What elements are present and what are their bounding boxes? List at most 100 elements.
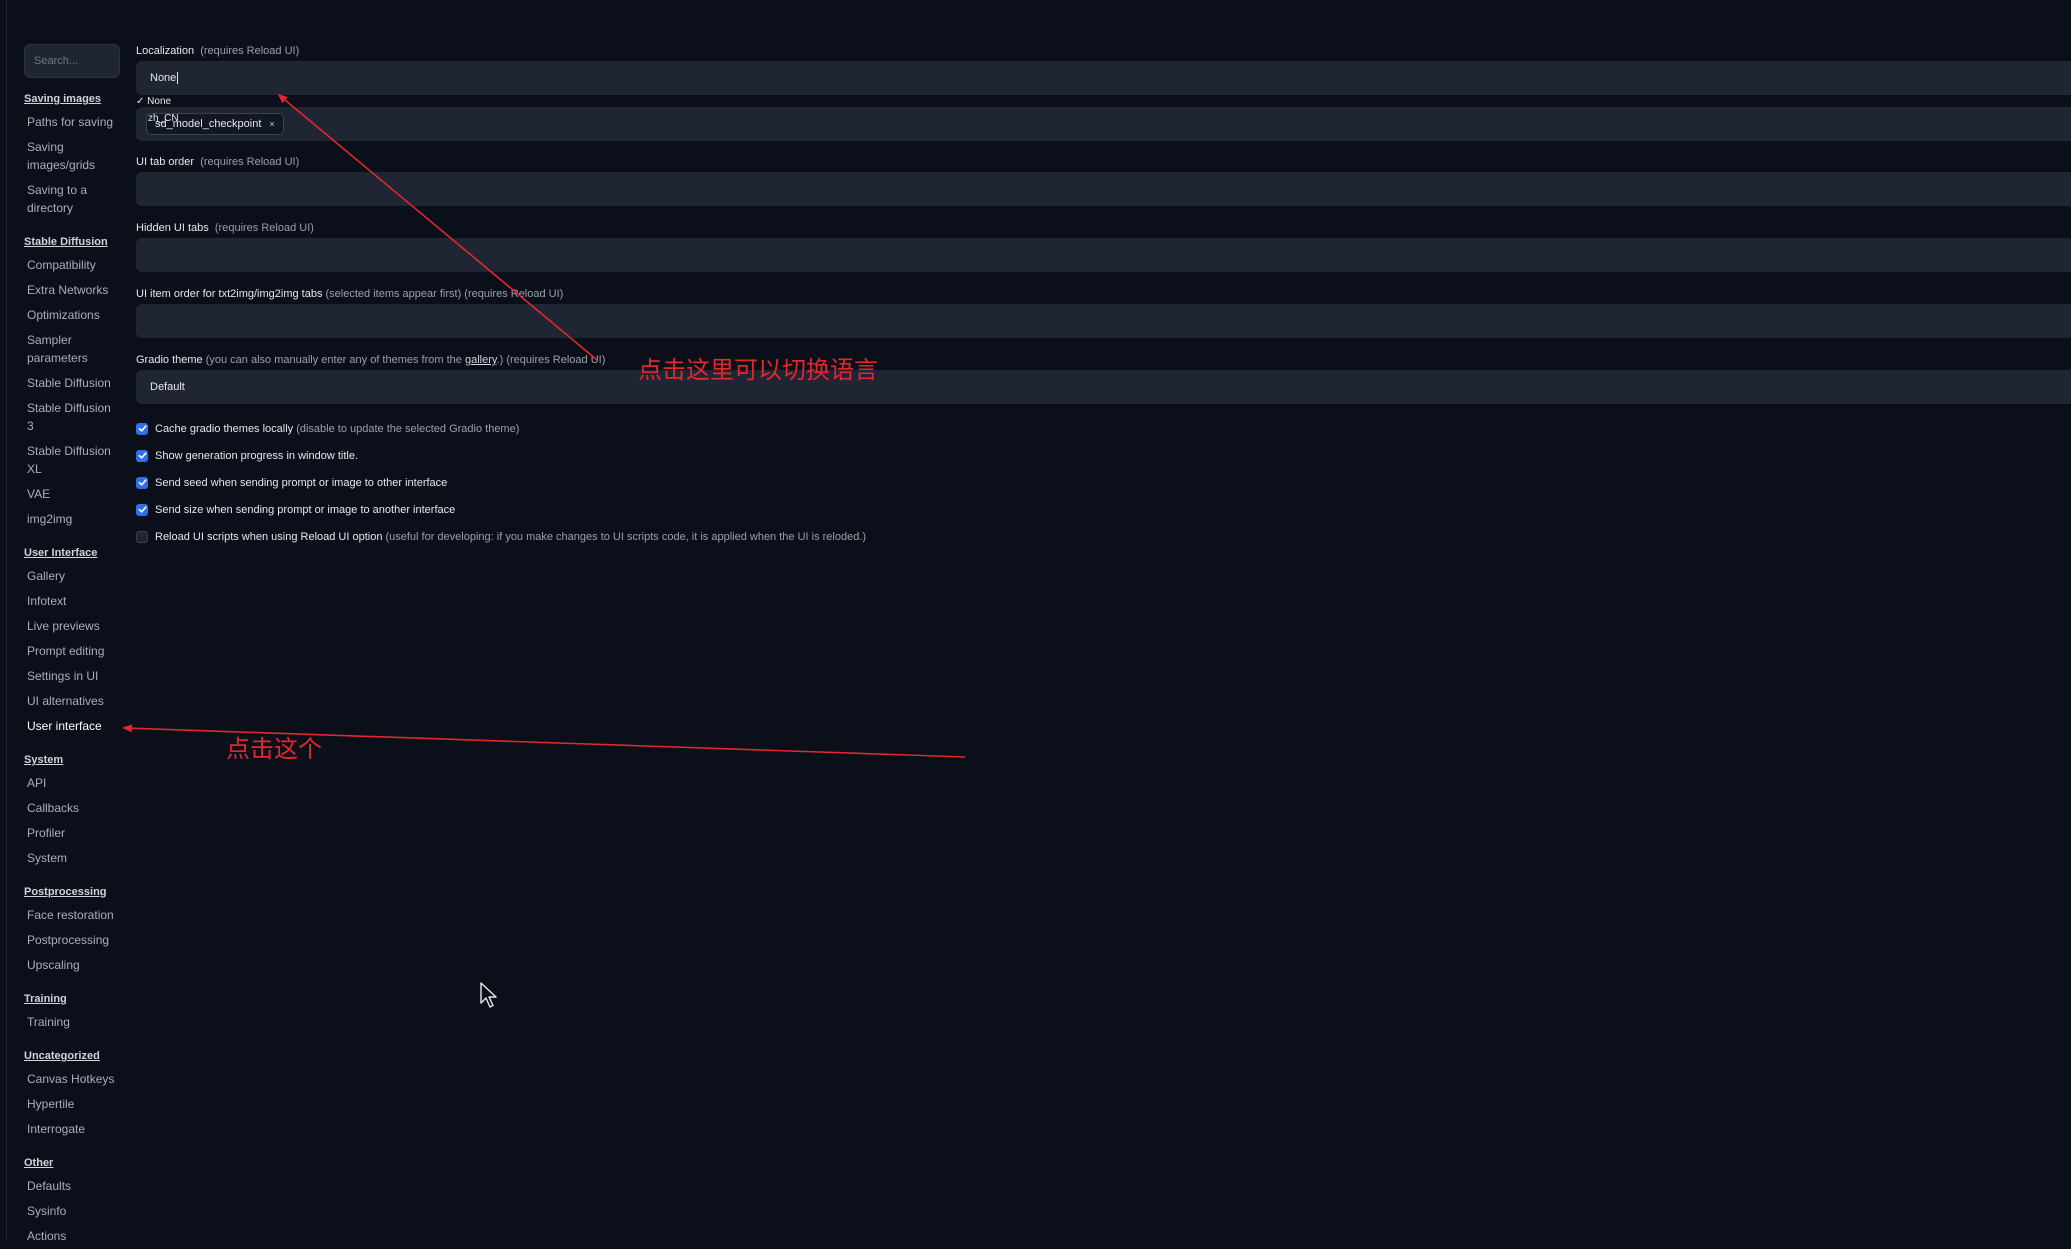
sidebar-item[interactable]: Sampler parameters <box>24 328 120 371</box>
language-switch-annotation: 点击这里可以切换语言 <box>638 357 878 384</box>
setting-checkbox-row[interactable]: Send size when sending prompt or image t… <box>136 496 2071 523</box>
checkbox-checked-icon[interactable] <box>136 449 148 462</box>
setting-checkbox-row[interactable]: Send seed when sending prompt or image t… <box>136 469 2071 496</box>
settings-sidebar: Saving images Paths for savingSaving imag… <box>24 44 120 1249</box>
sidebar-section: Other Defaults Sysinfo Actions <box>24 1156 120 1249</box>
sidebar-section-title[interactable]: Stable Diffusion <box>24 235 120 249</box>
checkbox-label: Send seed when sending prompt or image t… <box>155 476 448 489</box>
gradio-theme-label: Gradio theme (you can also manually ente… <box>136 354 606 366</box>
checkbox-checked-icon[interactable] <box>136 503 148 516</box>
sidebar-section: User Interface Gallery Infotext Live previe… <box>24 546 120 739</box>
sidebar-item[interactable]: API <box>24 771 120 796</box>
sidebar-section-title[interactable]: Other <box>24 1156 120 1170</box>
sidebar-section: Stable Diffusion Compatibility Extra Netwo… <box>24 235 120 532</box>
sidebar-item[interactable]: Sysinfo <box>24 1199 120 1224</box>
sidebar-item[interactable]: User interface <box>24 714 120 739</box>
hidden-ui-tabs-setting: Hidden UI tabs (requires Reload UI) <box>136 221 2071 272</box>
localization-label: Localization (requires Reload UI) <box>136 45 300 57</box>
localization-value: None <box>150 72 177 84</box>
checkbox-unchecked-icon[interactable] <box>136 530 148 543</box>
sidebar-item[interactable]: Settings in UI <box>24 664 120 689</box>
sidebar-item[interactable]: Compatibility <box>24 253 120 278</box>
ui-item-order-input[interactable] <box>136 304 2071 338</box>
hidden-ui-tabs-input[interactable] <box>136 238 2071 272</box>
sidebar-item[interactable]: Interrogate <box>24 1117 120 1142</box>
checkbox-checked-icon[interactable] <box>136 476 148 489</box>
setting-checkbox-row[interactable]: Show generation progress in window title… <box>136 442 2071 469</box>
window-edge <box>6 0 7 1240</box>
sidebar-item[interactable]: Postprocessing <box>24 928 120 953</box>
sidebar-item[interactable]: Stable Diffusion XL <box>24 439 120 482</box>
localization-dropdown[interactable]: None <box>136 61 2071 95</box>
localization-options: ✓ None zh_CN <box>136 93 179 127</box>
quicksettings-multiselect[interactable]: sd_model_checkpoint × <box>136 107 2071 141</box>
setting-checkbox-row[interactable]: Cache gradio themes locally (disable to u… <box>136 415 2071 442</box>
selected-check-icon: ✓ <box>136 96 145 107</box>
mouse-cursor-icon <box>480 982 497 1008</box>
sidebar-item[interactable]: Gallery <box>24 564 120 589</box>
localization-option-none[interactable]: ✓ None <box>136 93 179 110</box>
gradio-theme-value: Default <box>150 381 185 393</box>
chip-remove-icon[interactable]: × <box>269 119 274 129</box>
sidebar-section-title[interactable]: User Interface <box>24 546 120 560</box>
sidebar-item[interactable]: Callbacks <box>24 796 120 821</box>
sidebar-item[interactable]: img2img <box>24 507 120 532</box>
localization-setting: Localization (requires Reload UI) None <box>136 44 2071 95</box>
checkbox-note: (disable to update the selected Gradio t… <box>296 422 520 435</box>
sidebar-item[interactable]: Paths for saving <box>24 110 120 135</box>
sidebar-section-title[interactable]: Uncategorized <box>24 1049 120 1063</box>
localization-option-zh-cn[interactable]: zh_CN <box>136 110 179 127</box>
sidebar-section: Postprocessing Face restoration Postproces… <box>24 885 120 978</box>
sidebar-sections: Saving images Paths for saving Saving imag… <box>24 92 120 1249</box>
ui-tab-order-input[interactable] <box>136 172 2071 206</box>
sidebar-section-title[interactable]: System <box>24 753 120 767</box>
sidebar-item[interactable]: Live previews <box>24 614 120 639</box>
sidebar-section-title[interactable]: Saving images <box>24 92 120 106</box>
sidebar-item[interactable]: UI alternatives <box>24 689 120 714</box>
ui-item-order-setting: UI item order for txt2img/img2img tabs (… <box>136 287 2071 338</box>
hidden-ui-tabs-label: Hidden UI tabs (requires Reload UI) <box>136 222 314 234</box>
sidebar-item[interactable]: Canvas Hotkeys <box>24 1067 120 1092</box>
checkbox-label: Send size when sending prompt or image t… <box>155 503 456 516</box>
setting-checkbox-row[interactable]: Reload UI scripts when using Reload UI o… <box>136 523 2071 550</box>
sidebar-item[interactable]: Hypertile <box>24 1092 120 1117</box>
sidebar-item[interactable]: Saving images/grids <box>24 135 120 178</box>
sidebar-section: System API Callbacks Profiler System <box>24 753 120 871</box>
sidebar-item[interactable]: Prompt editing <box>24 639 120 664</box>
sidebar-section: Uncategorized Canvas Hotkeys Hypertile Inte… <box>24 1049 120 1142</box>
click-here-annotation: 点击这个 <box>226 736 322 763</box>
gradio-theme-dropdown[interactable]: Default <box>136 370 2071 404</box>
settings-search-input[interactable] <box>24 44 120 78</box>
checkbox-note: (useful for developing: if you make chan… <box>385 530 867 543</box>
checkbox-label: Show generation progress in window title… <box>155 449 359 462</box>
sidebar-item[interactable]: Infotext <box>24 589 120 614</box>
ui-tab-order-setting: UI tab order (requires Reload UI) <box>136 155 2071 206</box>
sidebar-item[interactable]: Extra Networks <box>24 278 120 303</box>
sidebar-item[interactable]: Upscaling <box>24 953 120 978</box>
ui-checkbox-list: Cache gradio themes locally (disable to u… <box>136 415 2071 550</box>
sidebar-item[interactable]: Stable Diffusion <box>24 371 120 396</box>
checkbox-checked-icon[interactable] <box>136 422 148 435</box>
sidebar-item[interactable]: Actions <box>24 1224 120 1249</box>
checkbox-label: Reload UI scripts when using Reload UI o… <box>155 530 383 543</box>
sidebar-section-title[interactable]: Postprocessing <box>24 885 120 899</box>
sidebar-item[interactable]: Profiler <box>24 821 120 846</box>
ui-item-order-label: UI item order for txt2img/img2img tabs (… <box>136 288 564 300</box>
text-caret <box>177 72 179 84</box>
sidebar-item[interactable]: VAE <box>24 482 120 507</box>
gradio-theme-setting: Gradio theme (you can also manually ente… <box>136 353 2071 404</box>
user-interface-settings: Localization (requires Reload UI) None s… <box>136 44 2071 550</box>
sidebar-section: Saving images Paths for saving Saving imag… <box>24 92 120 221</box>
sidebar-item[interactable]: Stable Diffusion 3 <box>24 396 120 439</box>
sidebar-section: Training Training <box>24 992 120 1035</box>
ui-tab-order-label: UI tab order (requires Reload UI) <box>136 156 300 168</box>
sidebar-item[interactable]: Defaults <box>24 1174 120 1199</box>
sidebar-item[interactable]: Face restoration <box>24 903 120 928</box>
sidebar-section-title[interactable]: Training <box>24 992 120 1006</box>
sidebar-item[interactable]: System <box>24 846 120 871</box>
checkbox-label: Cache gradio themes locally <box>155 422 294 435</box>
sidebar-item[interactable]: Training <box>24 1010 120 1035</box>
sidebar-item[interactable]: Optimizations <box>24 303 120 328</box>
gallery-link[interactable]: gallery <box>465 354 497 366</box>
sidebar-item[interactable]: Saving to a directory <box>24 178 120 221</box>
